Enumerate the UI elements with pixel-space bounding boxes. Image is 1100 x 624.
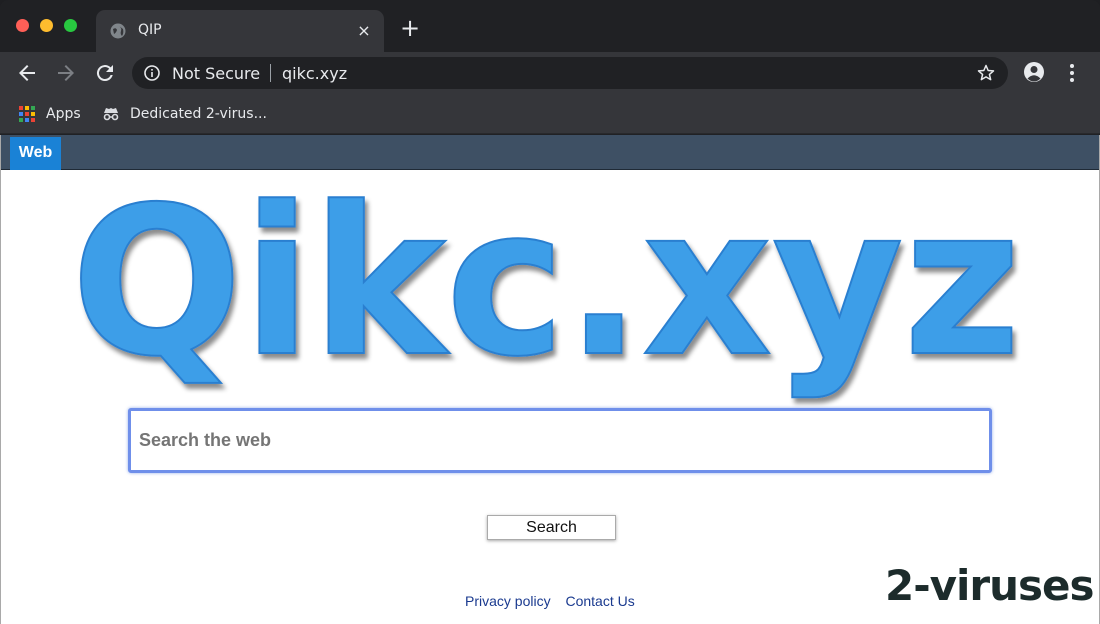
search-input[interactable] (128, 408, 992, 473)
minimize-window-button[interactable] (40, 19, 53, 32)
close-tab-icon[interactable]: × (354, 21, 374, 41)
address-bar[interactable]: Not Secure qikc.xyz (132, 57, 1008, 89)
forward-arrow-icon[interactable] (54, 61, 78, 85)
bookmark-label: Apps (46, 106, 81, 122)
url-text[interactable]: qikc.xyz (282, 64, 347, 83)
apps-grid-icon (19, 106, 35, 122)
bookmark-star-icon[interactable] (976, 63, 996, 83)
footer-links: Privacy policy Contact Us (465, 593, 646, 609)
omnibox-divider (270, 64, 271, 82)
bookmark-apps[interactable]: Apps (19, 103, 81, 125)
bookmarks-bar: Apps Dedicated 2-virus... (0, 94, 1100, 134)
page-viewport: Web Qikc.xyz Search Privacy policy Conta… (0, 135, 1100, 624)
browser-window: QIP × + Not Secure qikc.xyz Apps Dedicat… (0, 0, 1100, 624)
site-nav-bar: Web (1, 135, 1099, 170)
site-logo: Qikc.xyz (70, 175, 1022, 403)
globe-icon (110, 23, 126, 39)
watermark-logo: 2-viruses (885, 561, 1095, 610)
maximize-window-button[interactable] (64, 19, 77, 32)
reload-icon[interactable] (93, 61, 117, 85)
security-label[interactable]: Not Secure (172, 64, 260, 83)
kebab-menu-icon[interactable] (1064, 62, 1080, 84)
search-button[interactable]: Search (487, 515, 616, 540)
tab-strip: QIP × + (0, 0, 1100, 52)
profile-avatar-icon[interactable] (1023, 61, 1045, 83)
tab-web[interactable]: Web (10, 137, 61, 170)
privacy-policy-link[interactable]: Privacy policy (465, 593, 551, 609)
tab-title: QIP (138, 22, 162, 38)
spy-icon (103, 108, 119, 121)
logo-text: Qikc.xyz (71, 175, 1021, 402)
info-icon[interactable] (144, 65, 160, 81)
back-arrow-icon[interactable] (15, 61, 39, 85)
bookmark-label: Dedicated 2-virus... (130, 106, 267, 122)
new-tab-button[interactable]: + (398, 16, 422, 41)
bookmark-dedicated-2-viruses[interactable]: Dedicated 2-virus... (101, 103, 267, 125)
close-window-button[interactable] (16, 19, 29, 32)
contact-us-link[interactable]: Contact Us (565, 593, 634, 609)
browser-tab[interactable]: QIP × (96, 10, 384, 52)
